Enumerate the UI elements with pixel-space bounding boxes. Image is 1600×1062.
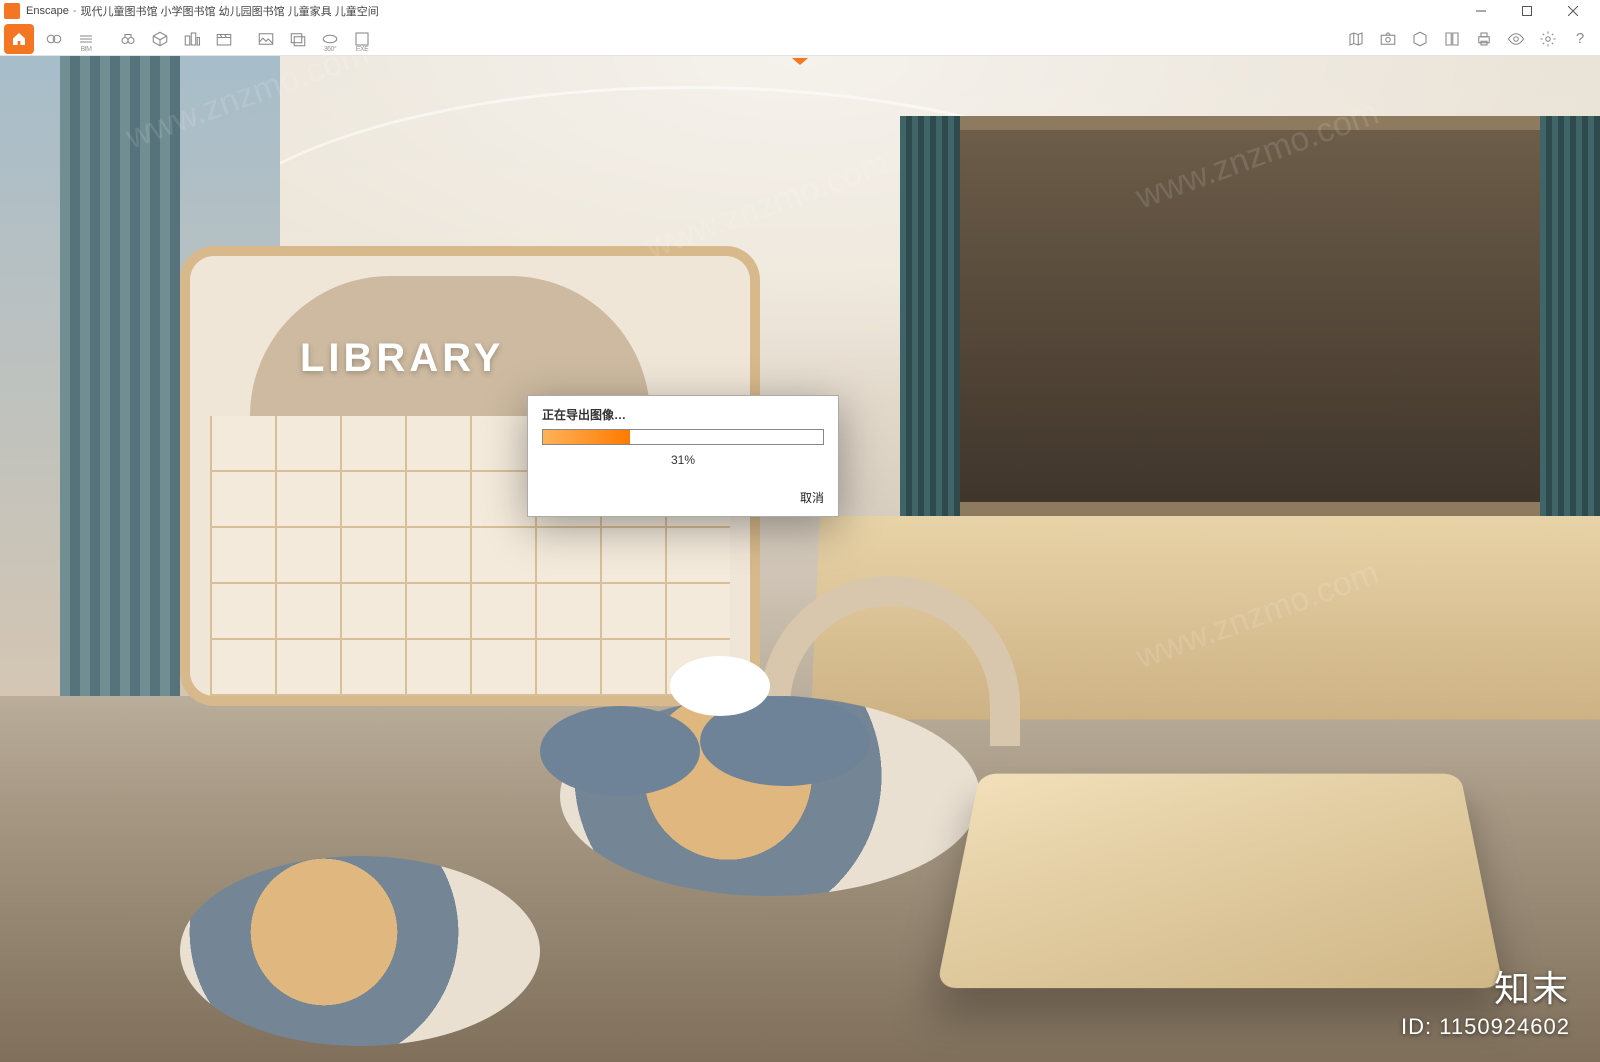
exe-label: EXE	[356, 46, 369, 53]
help-icon: ?	[1576, 30, 1584, 47]
window-titlebar: Enscape - 现代儿童图书馆 小学图书馆 幼儿园图书馆 儿童家具 儿童空间	[0, 0, 1600, 22]
home-button[interactable]	[4, 24, 34, 54]
curtain	[900, 116, 960, 516]
watermark-id-label: ID:	[1401, 1014, 1432, 1039]
bim-label: BIM	[81, 46, 92, 53]
panel-handle[interactable]	[780, 56, 820, 70]
project-title: 现代儿童图书馆 小学图书馆 幼儿园图书馆 儿童家具 儿童空间	[80, 3, 378, 19]
title-separator: -	[73, 5, 77, 17]
progress-track	[542, 429, 824, 445]
cancel-button[interactable]: 取消	[800, 489, 824, 506]
window-close-button[interactable]	[1550, 0, 1596, 22]
curtain	[60, 56, 180, 696]
nav-cube-button[interactable]	[145, 24, 175, 54]
main-toolbar: BIM 360° EXE	[0, 22, 1600, 56]
export-batch-button[interactable]	[283, 24, 313, 54]
coffee-table	[670, 656, 770, 716]
screenshot-button[interactable]	[1373, 24, 1403, 54]
render-viewport[interactable]: LIBRARY www.znzmo.com www.znzmo.com www.…	[0, 56, 1600, 1062]
app-logo-icon	[4, 3, 20, 19]
watermark: 知末 ID: 1150924602	[1401, 960, 1570, 1040]
print-button[interactable]	[1469, 24, 1499, 54]
site-context-button[interactable]	[177, 24, 207, 54]
rug	[180, 856, 540, 1046]
visual-settings-button[interactable]	[1501, 24, 1531, 54]
export-image-button[interactable]	[251, 24, 281, 54]
watermark-brand: 知末	[1401, 960, 1570, 1012]
help-button[interactable]: ?	[1565, 24, 1595, 54]
export-progress-dialog: 正在导出图像… 31% 取消	[527, 395, 839, 517]
dialog-title: 正在导出图像…	[528, 396, 838, 429]
foreground-table	[937, 774, 1504, 988]
manage-views-button[interactable]: BIM	[71, 24, 101, 54]
export-exe-button[interactable]: EXE	[347, 24, 377, 54]
settings-button[interactable]	[1533, 24, 1563, 54]
export-panorama-button[interactable]: 360°	[315, 24, 345, 54]
binoculars-button[interactable]	[113, 24, 143, 54]
video-path-button[interactable]	[209, 24, 239, 54]
presets-button[interactable]	[1405, 24, 1435, 54]
progress-bar	[543, 430, 630, 444]
pano-label: 360°	[324, 46, 336, 53]
watermark-id-value: 1150924602	[1439, 1014, 1570, 1039]
library-sign: LIBRARY	[300, 336, 504, 381]
asset-library-button[interactable]	[1437, 24, 1467, 54]
sync-views-button[interactable]	[39, 24, 69, 54]
window-maximize-button[interactable]	[1504, 0, 1550, 22]
window-minimize-button[interactable]	[1458, 0, 1504, 22]
pouf	[540, 706, 700, 796]
minimap-button[interactable]	[1341, 24, 1371, 54]
app-name: Enscape	[26, 5, 69, 17]
progress-percent: 31%	[528, 453, 838, 467]
curtain	[1540, 116, 1600, 516]
right-window	[900, 116, 1600, 516]
